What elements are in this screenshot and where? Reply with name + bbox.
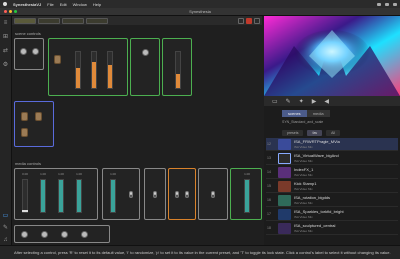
media-knob[interactable] — [61, 231, 68, 238]
media-toggle[interactable] — [175, 191, 179, 198]
volume-icon[interactable]: ◀ — [324, 98, 329, 105]
media-controls-title: media controls — [15, 161, 42, 166]
scene-panel-4 — [162, 38, 192, 96]
scene-fader-3[interactable] — [107, 51, 113, 89]
scene-toggle-button[interactable] — [54, 55, 61, 64]
menu-file[interactable]: File — [47, 2, 53, 7]
scene-slot-4[interactable] — [86, 17, 108, 24]
list-item[interactable]: 13 ISA_VirtualWave_bigAnd ISA Video Mix — [266, 152, 398, 165]
list-item[interactable]: 14 IndexFX_1 ISA Video Mix — [266, 166, 398, 179]
window-title: Synesthesia — [189, 9, 211, 14]
settings-icon[interactable]: ⚙ — [3, 62, 9, 68]
preview-toolbar: ▭ ✎ ✦ ▶ ◀ — [264, 96, 400, 106]
controls-icon[interactable]: ≡ — [3, 20, 9, 26]
link-icon[interactable]: ⇄ — [3, 48, 9, 54]
media-fader-4[interactable] — [76, 179, 82, 213]
media-fader-5[interactable] — [110, 179, 116, 213]
preview-visual — [264, 16, 400, 96]
media-knob[interactable] — [81, 231, 88, 238]
media-toggle[interactable] — [211, 191, 215, 198]
scene-toolbar — [12, 16, 262, 25]
media-toggle[interactable] — [153, 191, 157, 198]
filter-presets[interactable]: presets — [282, 130, 304, 136]
brush-icon[interactable]: ✎ — [286, 98, 291, 105]
screen-icon[interactable]: ▭ — [272, 98, 278, 105]
library-panel: scenes media SYN_Standard_and_scale pres… — [264, 106, 400, 245]
scene-toggle-button[interactable] — [35, 112, 42, 121]
media-fader-6[interactable] — [244, 179, 250, 213]
scene-slot-1[interactable] — [14, 17, 36, 24]
library-filters: presets fav All — [282, 130, 341, 136]
scene-panel-1 — [14, 38, 44, 70]
status-icons — [377, 2, 397, 6]
filter-fav[interactable]: fav — [307, 130, 323, 136]
list-item[interactable]: 17 ISA_Sparkles_torkfid_bright ISA Video… — [266, 208, 398, 221]
grid-icon[interactable] — [254, 17, 260, 24]
menu-help[interactable]: Help — [93, 2, 101, 7]
media-knob-row — [14, 225, 110, 243]
brush-icon[interactable]: ✎ — [3, 225, 9, 231]
scene-controls-title: scene controls — [15, 31, 41, 36]
mixer-icon[interactable]: ⊞ — [3, 34, 9, 40]
media-panel-6: 1.00 — [230, 168, 262, 220]
media-panel-3 — [144, 168, 166, 220]
play-icon[interactable]: ▶ — [312, 98, 317, 105]
menu-bar: SynesthesiaVJ File Edit Window Help — [0, 0, 400, 8]
list-item[interactable]: 18 ISA_sculptured_central ISA Video Mix — [266, 222, 398, 235]
audio-icon[interactable]: ♫ — [3, 237, 9, 243]
scene-fader-1[interactable] — [75, 51, 81, 89]
media-fader-1[interactable] — [22, 179, 28, 213]
wifi-icon[interactable] — [377, 2, 381, 6]
scene-panel-3 — [130, 38, 160, 96]
battery-icon[interactable] — [385, 2, 389, 6]
list-icon[interactable] — [238, 17, 244, 24]
library-breadcrumb[interactable]: SYN_Standard_and_scale — [282, 120, 323, 124]
library-tabs: scenes media — [282, 110, 330, 117]
media-panel-5 — [198, 168, 228, 220]
media-fader-2[interactable] — [40, 179, 46, 213]
media-toggle[interactable] — [185, 191, 189, 198]
media-knob[interactable] — [21, 231, 28, 238]
scene-toggle-button[interactable] — [21, 112, 28, 121]
apple-icon[interactable] — [3, 2, 7, 6]
filter-all[interactable]: All — [326, 130, 341, 136]
list-item[interactable]: 15 Kick Stamp1 ISA Video Mix — [266, 180, 398, 193]
scene-knob[interactable] — [32, 48, 39, 55]
window-title-bar: Synesthesia — [0, 8, 400, 16]
scene-knob[interactable] — [20, 48, 27, 55]
output-preview[interactable] — [264, 16, 400, 96]
left-rail: ≡ ⊞ ⇄ ⚙ ▭ ✎ ♫ ? — [0, 16, 12, 259]
menu-edit[interactable]: Edit — [60, 2, 67, 7]
scene-slot-2[interactable] — [38, 17, 60, 24]
scene-panel-2 — [48, 38, 128, 96]
scene-slot-3[interactable] — [62, 17, 84, 24]
tab-media[interactable]: media — [306, 110, 330, 117]
hint-bar: After selecting a control, press 'R' to … — [0, 245, 400, 259]
menu-app-name[interactable]: SynesthesiaVJ — [13, 2, 41, 7]
magic-icon[interactable]: ✦ — [299, 98, 304, 105]
clock-icon[interactable] — [393, 2, 397, 6]
scene-fader-2[interactable] — [91, 51, 97, 89]
media-panel-4 — [168, 168, 196, 220]
tab-scenes[interactable]: scenes — [282, 110, 307, 117]
media-toggle[interactable] — [129, 191, 133, 198]
monitor-icon[interactable]: ▭ — [3, 213, 9, 219]
media-knob[interactable] — [41, 231, 48, 238]
scene-toggle-button[interactable] — [21, 128, 28, 137]
list-item[interactable]: 12 ISA_FRWRTPragle_MVia ISA Video Mix — [266, 138, 398, 151]
menu-window[interactable]: Window — [73, 2, 87, 7]
record-icon[interactable] — [246, 17, 252, 24]
scene-knob[interactable] — [142, 49, 149, 56]
scene-panel-5 — [14, 101, 54, 147]
controls-area: scene controls media controls 0.00 1.00 … — [12, 25, 264, 245]
media-panel-2: 1.00 — [102, 168, 140, 220]
media-panel-1: 0.00 1.00 1.00 1.00 — [14, 168, 98, 220]
list-item[interactable]: 16 ISA_rotation_bigdds ISA Video Mix — [266, 194, 398, 207]
media-fader-3[interactable] — [58, 179, 64, 213]
scene-fader-4[interactable] — [175, 51, 181, 89]
